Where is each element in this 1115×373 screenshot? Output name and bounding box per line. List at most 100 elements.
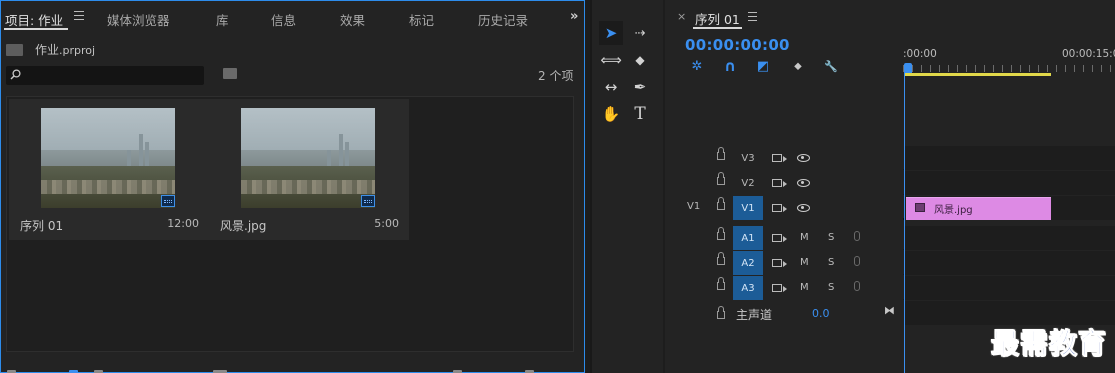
lock-icon[interactable]: [717, 172, 725, 185]
master-volume-value[interactable]: 0.0: [812, 307, 830, 320]
source-patch-v1[interactable]: V1: [687, 201, 700, 212]
slip-tool-icon[interactable]: ↔: [599, 75, 623, 99]
project-item-image[interactable]: 风景.jpg 5:00: [209, 99, 409, 240]
microphone-icon[interactable]: [854, 231, 860, 241]
nest-toggle-icon[interactable]: ✲: [689, 58, 705, 74]
tab-project[interactable]: 项目: 作业: [5, 10, 63, 29]
lock-icon[interactable]: [717, 306, 725, 319]
sync-lock-icon[interactable]: [772, 179, 787, 187]
track-target-a3[interactable]: A3: [733, 276, 763, 300]
track-target-v2[interactable]: V2: [733, 171, 763, 195]
type-tool-icon[interactable]: T: [628, 102, 652, 126]
track-header: V3: [665, 146, 903, 170]
new-search-bin-icon[interactable]: [223, 68, 237, 79]
sync-lock-icon[interactable]: [772, 154, 787, 162]
track-lane[interactable]: [904, 171, 1115, 195]
playhead-timecode[interactable]: 00:00:00:00: [685, 36, 790, 54]
pen-tool-icon[interactable]: ✒: [628, 75, 652, 99]
sequence-icon: [161, 195, 175, 207]
mute-button[interactable]: M: [800, 282, 809, 293]
selection-tool-icon[interactable]: ➤: [599, 21, 623, 45]
tab-libraries[interactable]: 库: [216, 10, 229, 29]
go-to-end-icon[interactable]: ⧓: [884, 304, 895, 317]
project-name: 作业.prproj: [35, 41, 95, 58]
tab-sequence[interactable]: 序列 01: [695, 9, 740, 28]
tab-effects[interactable]: 效果: [340, 10, 365, 29]
track-lane[interactable]: [904, 251, 1115, 275]
solo-button[interactable]: S: [828, 232, 834, 243]
tab-history[interactable]: 历史记录: [478, 10, 528, 29]
lock-icon[interactable]: [717, 147, 725, 160]
snap-icon[interactable]: ∩: [722, 57, 738, 75]
timeline-clip[interactable]: 风景.jpg: [906, 197, 1051, 220]
playhead-handle[interactable]: [904, 63, 912, 73]
ripple-edit-tool-icon[interactable]: ⟺: [599, 48, 623, 72]
hand-tool-icon[interactable]: ✋: [599, 102, 623, 126]
more-tabs-icon[interactable]: »: [570, 9, 578, 24]
ruler-label: 00:00:15:00: [1062, 48, 1115, 60]
item-name: 风景.jpg: [220, 219, 267, 233]
sync-lock-icon[interactable]: [772, 234, 787, 242]
microphone-icon[interactable]: [854, 256, 860, 266]
active-tab-indicator: [693, 27, 742, 29]
close-icon[interactable]: ×: [677, 10, 686, 23]
tab-info[interactable]: 信息: [271, 10, 296, 29]
project-name-ext: .prproj: [59, 44, 96, 57]
linked-selection-icon[interactable]: ◩: [755, 58, 771, 74]
clip-name: 风景.jpg: [934, 205, 973, 216]
timeline-panel: × 序列 01 00:00:00:00 ✲ ∩ ◩ ⬥ 🔧 :00:00 00:…: [665, 0, 1115, 373]
lock-icon[interactable]: [717, 197, 725, 210]
item-duration: 5:00: [374, 217, 399, 230]
track-header: [665, 301, 903, 325]
still-image-icon: [361, 195, 375, 207]
tab-markers[interactable]: 标记: [409, 10, 434, 29]
sync-lock-icon[interactable]: [772, 204, 787, 212]
playhead-line: [904, 73, 905, 373]
track-select-forward-tool-icon[interactable]: ⇢: [628, 21, 652, 45]
project-item-sequence[interactable]: 序列 01 12:00: [9, 99, 209, 240]
track-target-v3[interactable]: V3: [733, 146, 763, 170]
panel-menu-icon[interactable]: [74, 11, 84, 21]
track-header: V1 V1: [665, 196, 903, 220]
project-panel: 项目: 作业 媒体浏览器 库 信息 效果 标记 历史记录 » 作业.prproj…: [0, 0, 585, 373]
track-lane[interactable]: [904, 226, 1115, 250]
track-header: A1 M S: [665, 226, 903, 250]
mute-button[interactable]: M: [800, 232, 809, 243]
track-row-a2: A2 M S: [665, 251, 1115, 275]
sync-lock-icon[interactable]: [772, 284, 787, 292]
solo-button[interactable]: S: [828, 257, 834, 268]
item-name: 序列 01: [20, 219, 64, 233]
eye-icon[interactable]: [797, 204, 810, 212]
wrench-icon[interactable]: 🔧: [823, 58, 839, 74]
work-area-bar[interactable]: [905, 73, 1051, 76]
razor-tool-icon[interactable]: ◆: [628, 48, 652, 72]
track-lane[interactable]: [904, 146, 1115, 170]
microphone-icon[interactable]: [854, 281, 860, 291]
add-marker-icon[interactable]: ⬥: [790, 58, 806, 74]
lock-icon[interactable]: [717, 252, 725, 265]
track-target-a1[interactable]: A1: [733, 226, 763, 250]
item-thumbnail: [241, 108, 375, 208]
track-target-v1[interactable]: V1: [733, 196, 763, 220]
track-target-a2[interactable]: A2: [733, 251, 763, 275]
mute-button[interactable]: M: [800, 257, 809, 268]
ruler-ticks: [903, 65, 1115, 72]
project-name-base: 作业: [35, 43, 60, 57]
sync-lock-icon[interactable]: [772, 259, 787, 267]
project-tab-bar: 项目: 作业 媒体浏览器 库 信息 效果 标记 历史记录 »: [1, 1, 584, 35]
project-bottom-toolbar: [1, 365, 584, 373]
search-icon: [10, 69, 21, 80]
lock-icon[interactable]: [717, 277, 725, 290]
track-lane[interactable]: [904, 276, 1115, 300]
panel-menu-icon[interactable]: [748, 12, 757, 24]
track-row-a3: A3 M S: [665, 276, 1115, 300]
tools-panel: ➤ ⇢ ⟺ ◆ ↔ ✒ ✋ T: [590, 0, 663, 373]
lock-icon[interactable]: [717, 227, 725, 240]
active-tab-indicator: [4, 28, 68, 30]
track-row-a1: A1 M S: [665, 226, 1115, 250]
eye-icon[interactable]: [797, 154, 810, 162]
tab-media-browser[interactable]: 媒体浏览器: [107, 10, 170, 29]
eye-icon[interactable]: [797, 179, 810, 187]
solo-button[interactable]: S: [828, 282, 834, 293]
search-input[interactable]: [6, 66, 204, 85]
